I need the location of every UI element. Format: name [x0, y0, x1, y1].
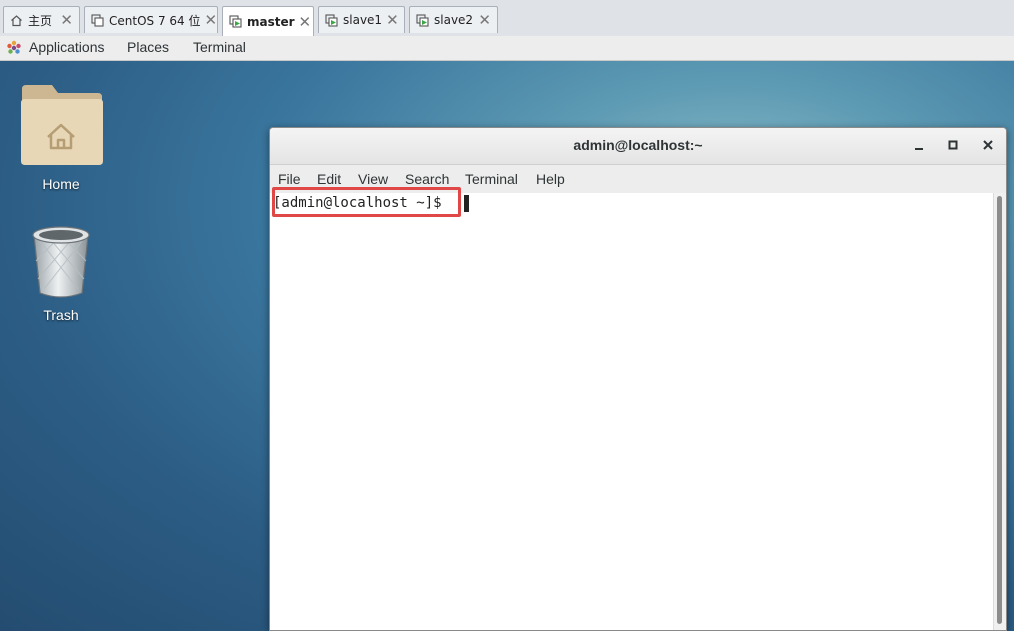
applications-menu[interactable]: Applications [29, 39, 105, 55]
places-menu[interactable]: Places [127, 39, 169, 55]
tab-slave2[interactable]: slave2 ✕ [409, 6, 498, 33]
tab-label: slave2 [434, 13, 474, 27]
vm-tab-bar: 主页 ✕ CentOS 7 64 位 ✕ master ✕ slave1 ✕ s… [0, 0, 1014, 37]
close-icon[interactable]: ✕ [204, 11, 217, 29]
trash-label: Trash [43, 307, 79, 323]
window-title: admin@localhost:~ [573, 137, 703, 153]
folder-home-icon [18, 81, 104, 167]
close-icon[interactable]: ✕ [478, 11, 491, 29]
vm-running-icon [416, 13, 429, 27]
trash-desktop-icon[interactable]: Trash [16, 221, 106, 323]
prompt-highlight-box [272, 187, 461, 217]
scrollbar-thumb[interactable] [997, 196, 1002, 624]
tab-slave1[interactable]: slave1 ✕ [318, 6, 405, 33]
menu-edit[interactable]: Edit [317, 171, 341, 187]
tab-label: CentOS 7 64 位 [109, 13, 201, 28]
tab-centos[interactable]: CentOS 7 64 位 ✕ [84, 6, 218, 33]
vm-running-icon [325, 13, 338, 27]
home-folder-desktop-icon[interactable]: Home [16, 81, 106, 192]
home-icon [10, 14, 23, 27]
menu-view[interactable]: View [358, 171, 388, 187]
menu-help[interactable]: Help [536, 171, 565, 187]
menu-search[interactable]: Search [405, 171, 449, 187]
home-label: Home [42, 176, 80, 192]
tab-label: slave1 [343, 13, 383, 27]
close-icon[interactable]: ✕ [60, 11, 73, 29]
terminal-window[interactable]: admin@localhost:~ File Edit View Search … [269, 127, 1007, 631]
trash-icon [26, 221, 96, 301]
tab-home[interactable]: 主页 ✕ [3, 6, 80, 33]
terminal-scrollbar[interactable] [993, 193, 1006, 630]
text-cursor [464, 195, 469, 212]
close-icon[interactable]: ✕ [299, 13, 312, 31]
vm-icon [91, 13, 104, 27]
vm-running-icon [229, 15, 242, 28]
minimize-icon[interactable] [910, 136, 928, 154]
gnome-top-bar: Applications Places Terminal [0, 36, 1014, 61]
maximize-icon[interactable] [944, 136, 962, 154]
menu-terminal[interactable]: Terminal [465, 171, 518, 187]
menu-file[interactable]: File [278, 171, 301, 187]
tab-label: master [247, 14, 295, 29]
close-icon[interactable]: ✕ [386, 11, 399, 29]
applications-icon [6, 40, 22, 59]
terminal-titlebar[interactable]: admin@localhost:~ [270, 128, 1006, 165]
terminal-app-menu[interactable]: Terminal [193, 39, 246, 55]
close-icon[interactable] [979, 136, 997, 154]
tab-label: 主页 [28, 13, 53, 28]
terminal-content[interactable]: [admin@localhost ~]$ [270, 187, 994, 630]
tab-master[interactable]: master ✕ [222, 6, 314, 36]
